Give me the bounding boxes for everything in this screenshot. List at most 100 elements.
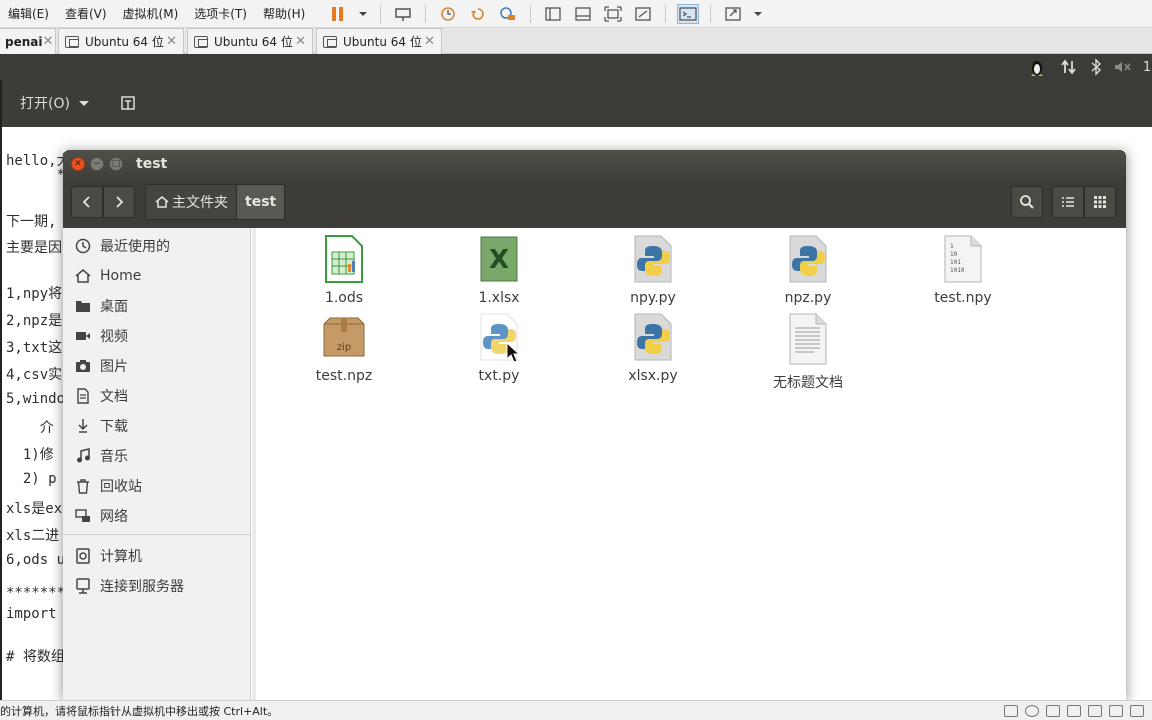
full-screen-button[interactable]	[602, 4, 624, 24]
menu-vm[interactable]: 虚拟机(M)	[115, 5, 187, 22]
forward-button[interactable]	[103, 186, 135, 218]
stretch-guest-button[interactable]	[722, 4, 744, 24]
show-library-button[interactable]	[542, 4, 564, 24]
search-button[interactable]	[1011, 186, 1043, 218]
sidebar-item-label: 文档	[100, 389, 128, 405]
svg-text:1: 1	[950, 243, 954, 250]
network-adapter-icon[interactable]	[1046, 704, 1060, 717]
file-name: test.npz	[315, 368, 373, 384]
breadcrumb-current[interactable]: test	[236, 185, 285, 219]
revert-snapshot-button[interactable]	[467, 4, 489, 24]
sidebar-item-downloads[interactable]: 下载	[63, 412, 251, 440]
svg-text:X: X	[489, 245, 509, 275]
console-view-button[interactable]	[677, 3, 700, 24]
pause-vm-button[interactable]	[327, 4, 349, 24]
tab-penai[interactable]: penai ✕	[0, 28, 56, 54]
input-method-indicator[interactable]	[1026, 57, 1048, 77]
panel-overflow: 1	[1142, 59, 1152, 75]
minimize-window-button[interactable]: −	[90, 157, 104, 171]
snapshot-manager-button[interactable]	[497, 4, 519, 24]
tab-label: Ubuntu 64 位	[214, 35, 293, 49]
hard-disk-icon[interactable]	[1004, 704, 1018, 717]
sidebar-item-music[interactable]: 音乐	[63, 442, 251, 470]
file-name: 1.xlsx	[478, 290, 520, 306]
chevron-down-icon	[754, 11, 763, 16]
sound-indicator[interactable]	[1112, 57, 1134, 77]
cd-rom-icon[interactable]	[1025, 704, 1039, 717]
messages-icon[interactable]	[1130, 704, 1144, 717]
grid-view-button[interactable]	[1084, 186, 1116, 218]
file-item[interactable]: X 1.xlsx	[444, 234, 554, 306]
home-icon	[155, 196, 169, 208]
bluetooth-indicator[interactable]	[1086, 57, 1106, 77]
chevron-right-icon	[116, 196, 124, 208]
tab-ubuntu-3[interactable]: Ubuntu 64 位 ✕	[316, 28, 442, 54]
file-item[interactable]: txt.py	[444, 312, 554, 384]
file-item[interactable]: xlsx.py	[598, 312, 708, 384]
printer-icon[interactable]	[1088, 704, 1102, 717]
sidebar-item-label: 最近使用的	[100, 239, 170, 255]
close-icon[interactable]: ✕	[424, 34, 435, 49]
file-item[interactable]: npz.py	[753, 234, 863, 306]
thumbnail-bar-button[interactable]	[572, 4, 594, 24]
ubuntu-top-panel: 1	[0, 54, 1152, 80]
sidebar-item-label: 网络	[100, 509, 128, 525]
file-manager-window: ✕ − □ test 主文件夹 test 最近使用的 Home 桌面 视频 图片…	[63, 150, 1126, 700]
tab-ubuntu-2[interactable]: Ubuntu 64 位 ✕	[187, 28, 313, 54]
file-item[interactable]: npy.py	[598, 234, 708, 306]
sidebar-item-trash[interactable]: 回收站	[63, 472, 251, 500]
toolbar-separator	[665, 4, 667, 23]
network-indicator[interactable]	[1058, 57, 1080, 77]
list-view-button[interactable]	[1052, 186, 1084, 218]
sidebar-item-videos[interactable]: 视频	[63, 322, 251, 350]
sidebar-item-pictures[interactable]: 图片	[63, 352, 251, 380]
revert-icon	[471, 7, 485, 20]
close-icon[interactable]: ✕	[295, 34, 306, 49]
vm-tab-bar: penai ✕ Ubuntu 64 位 ✕ Ubuntu 64 位 ✕ Ubun…	[0, 28, 1152, 54]
back-button[interactable]	[71, 186, 103, 218]
close-window-button[interactable]: ✕	[71, 157, 85, 171]
stretch-dropdown-button[interactable]	[752, 4, 764, 24]
file-item[interactable]: 无标题文档	[753, 312, 863, 392]
clock-icon	[75, 238, 91, 254]
grid-view-icon	[1094, 196, 1106, 208]
window-titlebar[interactable]: ✕ − □ test	[63, 150, 1126, 178]
sidebar-item-network[interactable]: 网络	[63, 502, 251, 530]
sidebar-item-home[interactable]: Home	[63, 262, 251, 290]
file-item[interactable]: 1.ods	[289, 234, 399, 306]
sidebar-item-desktop[interactable]: 桌面	[63, 292, 251, 320]
file-manager-toolbar: 主文件夹 test	[63, 178, 1126, 228]
unity-icon	[635, 6, 651, 21]
code-line: import	[6, 606, 66, 622]
pause-dropdown-button[interactable]	[357, 4, 369, 24]
file-name: txt.py	[478, 368, 520, 384]
breadcrumb-home[interactable]: 主文件夹	[146, 185, 236, 219]
sidebar-item-documents[interactable]: 文档	[63, 382, 251, 410]
usb-icon[interactable]	[1067, 704, 1081, 717]
send-ctrl-alt-del-button[interactable]	[392, 4, 414, 24]
open-file-button[interactable]: 打开(O)	[10, 88, 100, 118]
code-line: 3,txt这	[6, 340, 63, 356]
sidebar-item-recent[interactable]: 最近使用的	[63, 232, 251, 260]
unity-mode-button[interactable]	[632, 4, 654, 24]
tab-ubuntu-1[interactable]: Ubuntu 64 位 ✕	[58, 28, 184, 54]
menu-help[interactable]: 帮助(H)	[255, 5, 313, 22]
menu-edit[interactable]: 编辑(E)	[0, 5, 57, 22]
python-icon	[634, 313, 672, 361]
close-icon[interactable]: ✕	[42, 34, 53, 49]
close-icon[interactable]: ✕	[166, 34, 177, 49]
menu-tabs[interactable]: 选项卡(T)	[186, 5, 255, 22]
new-tab-button[interactable]	[114, 88, 142, 118]
menu-view[interactable]: 查看(V)	[57, 5, 115, 22]
sidebar-item-connect-server[interactable]: 连接到服务器	[63, 572, 251, 600]
video-icon	[75, 328, 91, 344]
sidebar-item-computer[interactable]: 计算机	[63, 542, 251, 570]
excel-icon: X	[480, 236, 518, 282]
display-icon[interactable]	[1109, 704, 1123, 717]
maximize-window-button[interactable]: □	[109, 157, 123, 171]
file-item[interactable]: 1 10 101 1010 test.npy	[908, 234, 1018, 306]
sidebar-item-label: 图片	[100, 359, 128, 375]
snapshot-button[interactable]	[437, 4, 459, 24]
file-item[interactable]: zip test.npz	[289, 312, 399, 384]
volume-muted-icon	[1115, 62, 1131, 72]
